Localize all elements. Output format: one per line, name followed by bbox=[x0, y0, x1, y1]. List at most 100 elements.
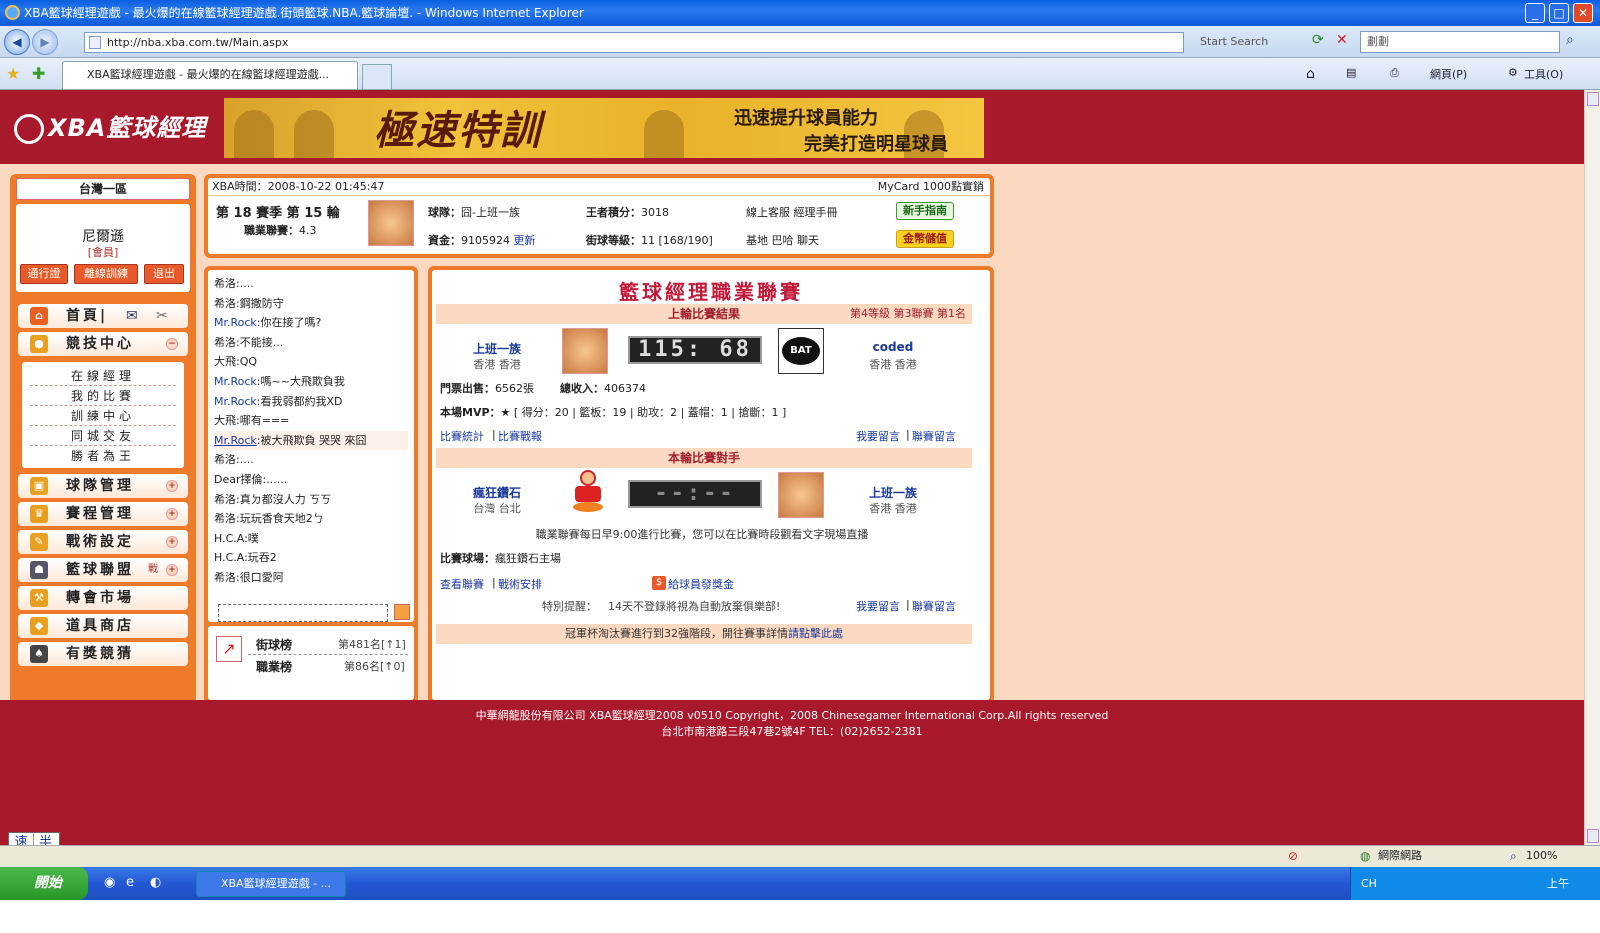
chat-send-button[interactable] bbox=[394, 604, 410, 620]
pro-rank-label[interactable]: 職業榜 bbox=[256, 658, 292, 675]
menu-schedule[interactable]: ♛ 賽程管理 + bbox=[18, 502, 188, 526]
feeds-icon[interactable]: ▤ bbox=[1346, 66, 1356, 79]
expand-icon[interactable]: + bbox=[166, 536, 178, 548]
home-team-name[interactable]: 上班一族 bbox=[452, 340, 542, 357]
tactics-link[interactable]: 戰術安排 bbox=[498, 576, 542, 592]
vertical-scrollbar[interactable] bbox=[1584, 90, 1600, 845]
tools-icon[interactable]: ✂ bbox=[156, 304, 168, 328]
language-indicator[interactable]: CH bbox=[1361, 877, 1377, 890]
offline-training-button[interactable]: 離線訓練 bbox=[74, 264, 138, 284]
view-league-link[interactable]: 查看聯賽 bbox=[440, 576, 484, 592]
menu-arena[interactable]: ● 競技中心 − bbox=[18, 332, 188, 356]
search-icon[interactable]: ⌕ bbox=[1566, 32, 1574, 48]
scroll-down-icon[interactable] bbox=[1587, 829, 1599, 843]
close-button[interactable]: ✕ bbox=[1573, 3, 1593, 23]
pass-button[interactable]: 通行證 bbox=[20, 264, 68, 284]
server-label: 台灣一區 bbox=[16, 178, 190, 200]
menu-home[interactable]: ⌂ 首頁| ✉ ✂ bbox=[18, 304, 188, 328]
next-home-team[interactable]: 瘋狂鑽石 bbox=[452, 484, 542, 501]
submenu-training[interactable]: 訓練中心 bbox=[30, 406, 176, 426]
menu-lottery[interactable]: ♠ 有獎競猜 bbox=[18, 642, 188, 666]
refresh-icon[interactable]: ⟳ bbox=[1312, 32, 1332, 52]
refresh-link[interactable]: 更新 bbox=[514, 234, 536, 247]
home-icon[interactable]: ⌂ bbox=[1306, 66, 1315, 82]
league-panel: 籃球經理職業聯賽 上輪比賽結果 第4等級 第3聯賽 第1名 上班一族 香港 香港… bbox=[428, 266, 994, 704]
back-button[interactable]: ◀ bbox=[4, 29, 30, 55]
menu-shop[interactable]: ◆ 道具商店 bbox=[18, 614, 188, 638]
submenu-winner[interactable]: 勝者為王 bbox=[30, 446, 176, 466]
tools-menu[interactable]: 工具(O) bbox=[1524, 66, 1563, 82]
mycard-link[interactable]: MyCard 1000點實銷 bbox=[878, 178, 984, 196]
page-menu[interactable]: 網頁(P) bbox=[1430, 66, 1467, 82]
menu-transfer[interactable]: ⚒ 轉會市場 bbox=[18, 586, 188, 610]
maximize-button[interactable]: □ bbox=[1549, 3, 1569, 23]
zoom-level[interactable]: 100% bbox=[1526, 846, 1557, 866]
hammer-icon: ⚒ bbox=[30, 589, 48, 607]
bonus-link[interactable]: 給球員發獎金 bbox=[668, 576, 734, 592]
match-stats-link[interactable]: 比賽統計 bbox=[440, 428, 484, 444]
search-input[interactable]: 劃劃 bbox=[1360, 31, 1560, 53]
globe-icon: ◍ bbox=[1360, 849, 1371, 863]
print-icon[interactable]: ⎙ bbox=[1390, 66, 1399, 80]
submenu-online[interactable]: 在線經理 bbox=[30, 366, 176, 386]
team-name: 囧-上班一族 bbox=[461, 206, 520, 219]
street-value: 11 [168/190] bbox=[641, 234, 713, 247]
submenu-my-games[interactable]: 我的比賽 bbox=[30, 386, 176, 406]
new-tab-button[interactable] bbox=[362, 64, 392, 89]
ticket-label: 門票出售： bbox=[440, 382, 495, 395]
leave-message-link-2[interactable]: 我要留言 bbox=[856, 598, 900, 614]
window-titlebar: XBA籃球經理遊戲 - 最火爆的在線籃球經理遊戲.街頭籃球.NBA.籃球論壇. … bbox=[0, 0, 1600, 26]
promo-banner[interactable]: 極速特訓 迅速提升球員能力 完美打造明星球員 bbox=[224, 98, 984, 158]
bat-logo-icon[interactable]: BAT bbox=[778, 328, 824, 374]
home-team-avatar[interactable] bbox=[562, 328, 608, 374]
next-away-avatar[interactable] bbox=[778, 472, 824, 518]
street-rank-label[interactable]: 街球榜 bbox=[256, 636, 292, 653]
stop-icon[interactable]: ✕ bbox=[1336, 32, 1356, 52]
favorites-star-icon[interactable]: ★ bbox=[6, 64, 20, 83]
expand-icon[interactable]: + bbox=[166, 480, 178, 492]
expand-icon[interactable]: + bbox=[166, 564, 178, 576]
match-report-link[interactable]: 比賽戰報 bbox=[498, 428, 542, 444]
expand-icon[interactable]: + bbox=[166, 508, 178, 520]
mail-icon[interactable]: ✉ bbox=[126, 304, 138, 328]
start-search-label[interactable]: Start Search bbox=[1200, 35, 1268, 48]
collapse-icon[interactable]: − bbox=[166, 338, 178, 350]
browser-quicklaunch-icon[interactable]: ◐ bbox=[150, 875, 161, 890]
next-away-team[interactable]: 上班一族 bbox=[848, 484, 938, 501]
start-button[interactable]: 開始 bbox=[0, 867, 88, 900]
url-field[interactable]: http://nba.xba.com.tw/Main.aspx bbox=[84, 32, 1184, 53]
cup-link[interactable]: 請點擊此處 bbox=[788, 627, 843, 640]
banner-line1: 迅速提升球員能力 bbox=[734, 108, 878, 129]
league-message-link-2[interactable]: 聯賽留言 bbox=[912, 598, 956, 614]
next-away-location: 香港 香港 bbox=[869, 502, 917, 515]
chat-input[interactable] bbox=[218, 604, 388, 622]
chat-message: Dear擇倫:...... bbox=[214, 472, 288, 486]
leave-message-link[interactable]: 我要留言 bbox=[856, 428, 900, 444]
show-desktop-icon[interactable]: ◉ bbox=[104, 875, 115, 890]
league-inner: 籃球經理職業聯賽 上輪比賽結果 第4等級 第3聯賽 第1名 上班一族 香港 香港… bbox=[432, 270, 990, 700]
last-result-bar: 上輪比賽結果 第4等級 第3聯賽 第1名 bbox=[436, 304, 972, 324]
league-message-link[interactable]: 聯賽留言 bbox=[912, 428, 956, 444]
menu-team[interactable]: ▣ 球隊管理 + bbox=[18, 474, 188, 498]
logout-button[interactable]: 退出 bbox=[144, 264, 184, 284]
submenu-friends[interactable]: 同城交友 bbox=[30, 426, 176, 446]
gold-topup-button[interactable]: 金幣儲值 bbox=[896, 230, 954, 248]
away-team-name[interactable]: coded bbox=[848, 340, 938, 354]
newbie-guide-button[interactable]: 新手指南 bbox=[896, 202, 954, 220]
community-links[interactable]: 基地 巴哈 聊天 bbox=[746, 232, 819, 248]
income-label: 總收入： bbox=[560, 382, 604, 395]
taskbar-window-button[interactable]: XBA籃球經理遊戲 - ... bbox=[196, 871, 346, 897]
king-info: 王者積分：3018 bbox=[586, 204, 669, 220]
add-favorite-icon[interactable]: ✚ bbox=[32, 64, 45, 83]
support-links[interactable]: 線上客服 經理手冊 bbox=[746, 204, 838, 220]
tab-xba[interactable]: XBA籃球經理遊戲 - 最火爆的在線籃球經理遊戲... bbox=[62, 61, 358, 89]
scroll-up-icon[interactable] bbox=[1587, 92, 1599, 106]
menu-tactics[interactable]: ✎ 戰術設定 + bbox=[18, 530, 188, 554]
xba-logo[interactable]: XBA籃球經理 bbox=[14, 108, 206, 144]
ie-quicklaunch-icon[interactable]: e bbox=[126, 875, 134, 890]
minimize-button[interactable]: _ bbox=[1525, 3, 1545, 23]
forward-button[interactable]: ▶ bbox=[32, 29, 58, 55]
chat-messages: 希洛:.... 希洛:鋼撒防守 Mr.Rock:你在接了嗎? 希洛:不能接...… bbox=[208, 270, 414, 622]
menu-league[interactable]: ☗ 籃球聯盟 戰 + bbox=[18, 558, 188, 582]
team-avatar[interactable] bbox=[368, 200, 414, 246]
